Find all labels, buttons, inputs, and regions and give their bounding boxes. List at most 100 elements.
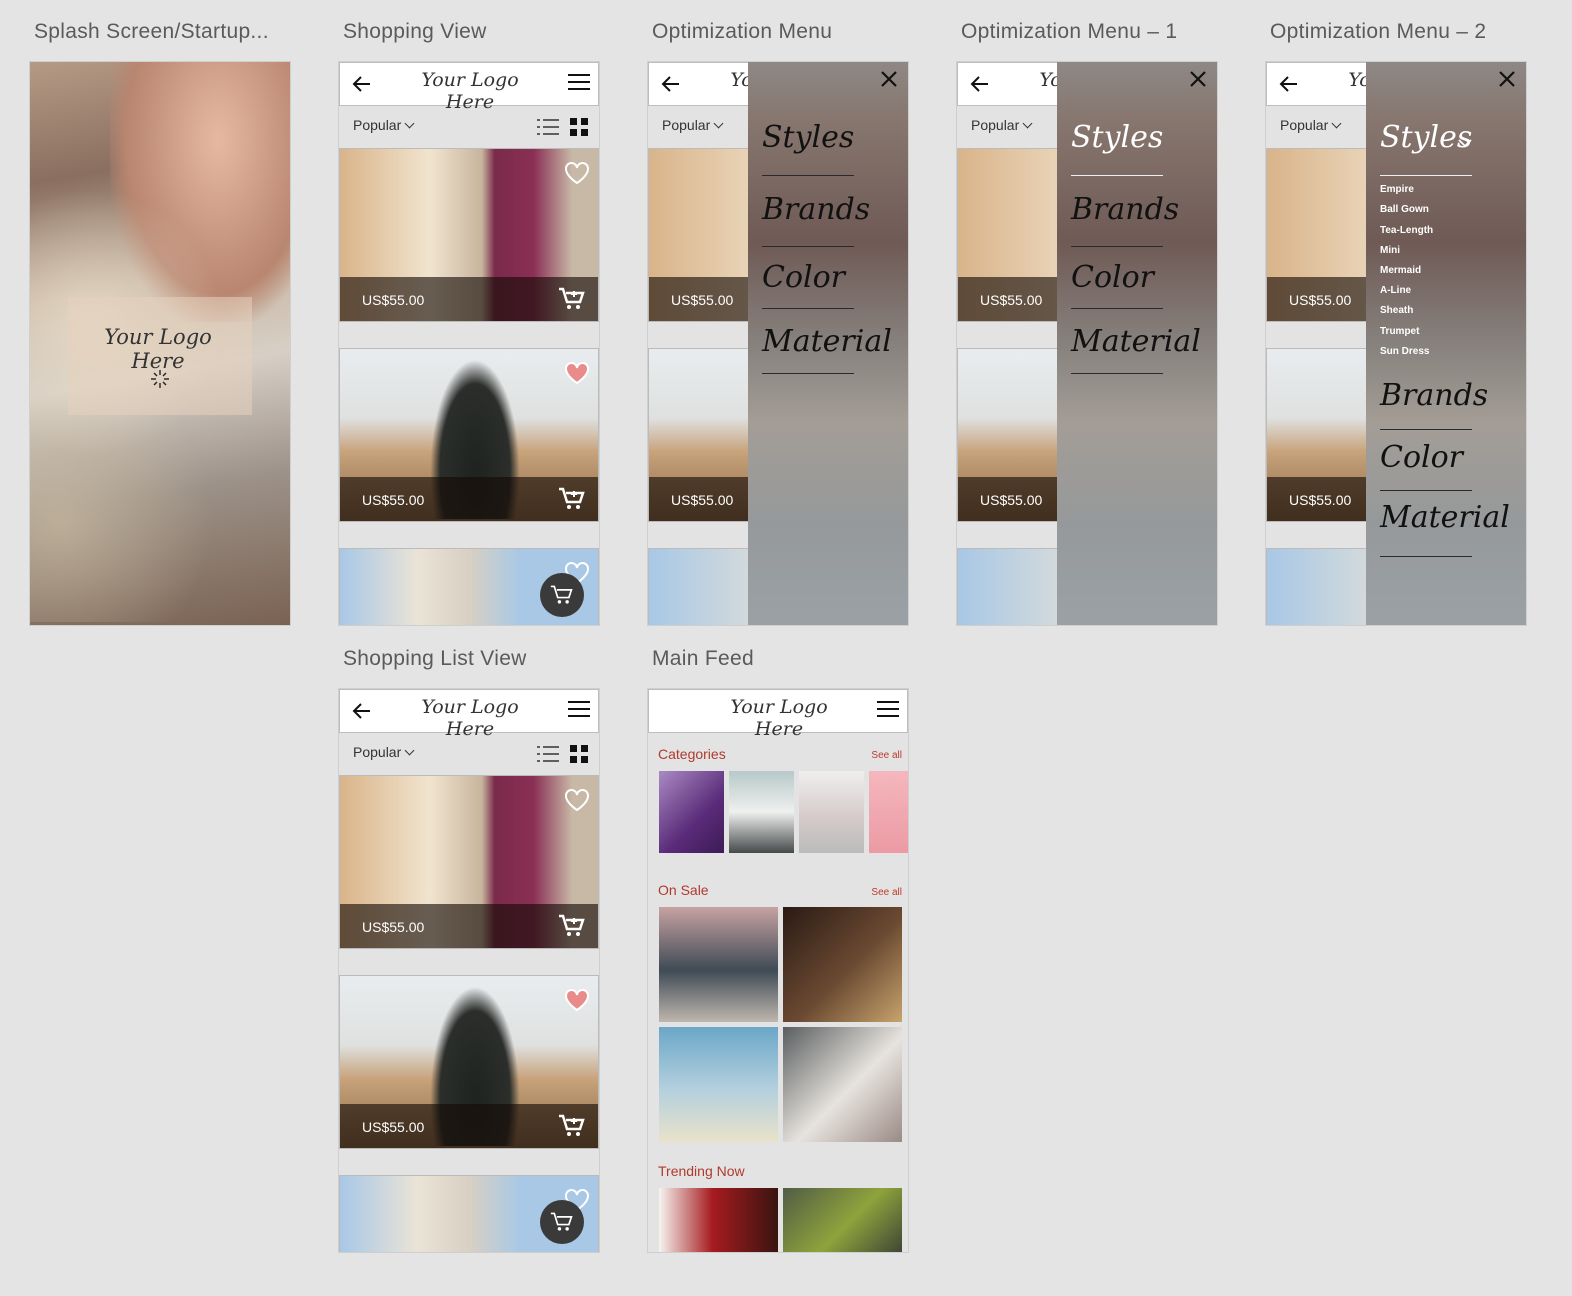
grid-view-icon[interactable] [570, 745, 588, 763]
sale-thumbnail[interactable] [783, 1027, 902, 1142]
style-option[interactable]: Mermaid [1380, 265, 1421, 276]
product-price: US$55.00 [362, 492, 425, 508]
category-thumbnail[interactable] [869, 771, 908, 853]
back-arrow-icon[interactable] [350, 699, 374, 723]
heart-outline-icon[interactable] [564, 788, 590, 812]
add-to-cart-icon[interactable] [558, 487, 586, 511]
close-icon[interactable] [880, 70, 898, 88]
chevron-down-icon[interactable] [1458, 138, 1472, 148]
divider [762, 308, 854, 309]
divider [762, 246, 854, 247]
sort-label: Popular [353, 744, 402, 760]
filter-panel: Styles Brands Color Material [748, 62, 908, 625]
product-card[interactable]: US$55.00 [339, 775, 599, 949]
opt-menu-2-board: Your Logo Here Popular US$55.00 US$55.00… [1266, 62, 1526, 625]
sort-label: Popular [353, 117, 402, 133]
trending-thumbnail[interactable] [659, 1188, 778, 1252]
splash-board: Your Logo Here [30, 62, 290, 625]
style-option[interactable]: Ball Gown [1380, 204, 1429, 215]
main-feed-board: Your Logo Here Categories See all On Sal… [648, 689, 908, 1252]
back-arrow-icon[interactable] [968, 72, 992, 96]
style-option[interactable]: Mini [1380, 245, 1400, 256]
cart-fab-button[interactable] [540, 1200, 584, 1244]
sort-dropdown[interactable]: Popular [662, 117, 724, 133]
back-arrow-icon[interactable] [659, 72, 683, 96]
back-arrow-icon[interactable] [350, 72, 374, 96]
category-thumbnail[interactable] [659, 771, 724, 853]
menu-color[interactable]: Color [1071, 260, 1154, 295]
add-to-cart-icon[interactable] [558, 287, 586, 311]
see-all-link[interactable]: See all [871, 887, 902, 898]
menu-material[interactable]: Material [1380, 500, 1510, 535]
style-option[interactable]: Empire [1380, 184, 1414, 195]
hamburger-menu-icon[interactable] [568, 701, 590, 719]
filter-panel: Styles Brands Color Material [1057, 62, 1217, 625]
product-price: US$55.00 [362, 919, 425, 935]
style-option[interactable]: Sun Dress [1380, 346, 1429, 357]
menu-color[interactable]: Color [762, 260, 845, 295]
menu-material[interactable]: Material [1071, 324, 1201, 359]
sort-label: Popular [1280, 117, 1329, 133]
cart-fab-button[interactable] [540, 573, 584, 617]
sale-thumbnail[interactable] [659, 1027, 778, 1142]
style-option[interactable]: A-Line [1380, 285, 1411, 296]
product-card[interactable]: US$55.00 [339, 348, 599, 522]
sort-dropdown[interactable]: Popular [971, 117, 1033, 133]
filter-panel: Styles Empire Ball Gown Tea-Length Mini … [1366, 62, 1526, 625]
product-card[interactable] [339, 548, 599, 625]
see-all-link[interactable]: See all [871, 750, 902, 761]
board-title-splash: Splash Screen/Startup... [34, 20, 269, 43]
chevron-down-icon [1331, 118, 1342, 129]
menu-styles[interactable]: Styles [1071, 120, 1163, 155]
header-logo: Your Logo Here [730, 696, 828, 740]
menu-color[interactable]: Color [1380, 440, 1463, 475]
list-view-icon[interactable] [537, 745, 559, 763]
product-price: US$55.00 [1289, 492, 1352, 508]
heart-outline-icon[interactable] [564, 161, 590, 185]
divider [1380, 556, 1472, 557]
close-icon[interactable] [1189, 70, 1207, 88]
hamburger-menu-icon[interactable] [877, 701, 899, 719]
style-option[interactable]: Sheath [1380, 305, 1413, 316]
loading-spinner-icon [151, 370, 169, 388]
menu-material[interactable]: Material [762, 324, 892, 359]
close-icon[interactable] [1498, 70, 1516, 88]
divider [1380, 429, 1472, 430]
product-price: US$55.00 [671, 492, 734, 508]
back-arrow-icon[interactable] [1277, 72, 1301, 96]
chevron-down-icon [404, 118, 415, 129]
category-thumbnail[interactable] [729, 771, 794, 853]
hamburger-menu-icon[interactable] [568, 74, 590, 92]
sort-dropdown[interactable]: Popular [1280, 117, 1342, 133]
sort-dropdown[interactable]: Popular [353, 744, 415, 760]
header-logo: Your Logo Here [421, 696, 519, 740]
menu-brands[interactable]: Brands [762, 192, 870, 227]
divider [762, 373, 854, 374]
menu-styles[interactable]: Styles [762, 120, 854, 155]
menu-brands[interactable]: Brands [1071, 192, 1179, 227]
divider [1071, 175, 1163, 176]
grid-view-icon[interactable] [570, 118, 588, 136]
style-option[interactable]: Tea-Length [1380, 225, 1433, 236]
sale-thumbnail[interactable] [659, 907, 778, 1022]
product-price: US$55.00 [1289, 292, 1352, 308]
list-view-icon[interactable] [537, 118, 559, 136]
sale-thumbnail[interactable] [783, 907, 902, 1022]
category-thumbnail[interactable] [799, 771, 864, 853]
heart-filled-icon[interactable] [564, 988, 590, 1012]
app-header: Your Logo Here [339, 689, 599, 740]
shopping-list-board: Your Logo Here Popular US$55.00 US$55.00 [339, 689, 599, 1252]
add-to-cart-icon[interactable] [558, 1114, 586, 1138]
add-to-cart-icon[interactable] [558, 914, 586, 938]
opt-menu-board: Your Logo Here Popular US$55.00 US$55.00… [648, 62, 908, 625]
product-card[interactable] [339, 1175, 599, 1252]
product-card[interactable]: US$55.00 [339, 148, 599, 322]
menu-brands[interactable]: Brands [1380, 378, 1488, 413]
section-title-on-sale: On Sale [658, 882, 709, 898]
sort-dropdown[interactable]: Popular [353, 117, 415, 133]
style-option[interactable]: Trumpet [1380, 326, 1419, 337]
heart-filled-icon[interactable] [564, 361, 590, 385]
chevron-down-icon [713, 118, 724, 129]
trending-thumbnail[interactable] [783, 1188, 902, 1252]
product-card[interactable]: US$55.00 [339, 975, 599, 1149]
